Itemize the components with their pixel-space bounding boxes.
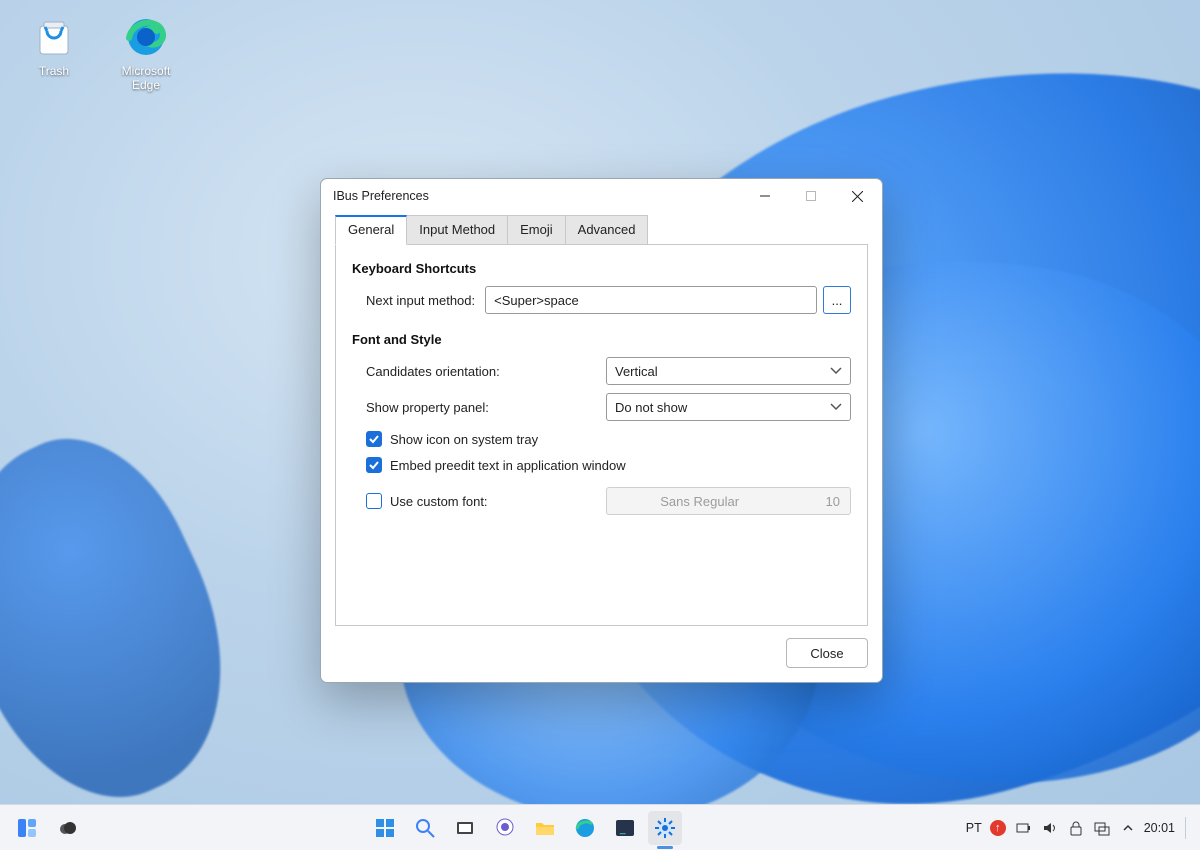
trash-icon [31,14,77,60]
embed-preedit-checkbox[interactable] [366,457,382,473]
chevron-down-icon [830,365,842,377]
search-icon [414,817,436,839]
show-tray-label: Show icon on system tray [390,432,538,447]
ibus-preferences-window: IBus Preferences General Input Method Em… [320,178,883,683]
close-button[interactable] [834,181,880,211]
tray-update-icon[interactable]: ↑ [988,818,1008,838]
close-dialog-button[interactable]: Close [786,638,868,668]
svg-text:_: _ [619,824,626,835]
candidates-orientation-label: Candidates orientation: [352,364,602,379]
titlebar[interactable]: IBus Preferences [321,179,882,213]
tray-separator [1185,817,1186,839]
windows-icon [374,817,396,839]
custom-font-size: 10 [826,494,840,509]
tab-general[interactable]: General [335,215,407,245]
property-panel-label: Show property panel: [352,400,602,415]
taskbar-settings-button[interactable] [648,811,682,845]
property-panel-value: Do not show [615,400,687,415]
edge-icon [123,14,169,60]
tray-overflow-button[interactable] [1118,818,1138,838]
tray-language[interactable]: PT [966,821,982,835]
tab-emoji[interactable]: Emoji [508,215,566,245]
desktop-icon-label: Microsoft Edge [106,64,186,92]
taskbar-weather-button[interactable] [50,811,84,845]
tab-panel-general: Keyboard Shortcuts Next input method: ..… [335,244,868,626]
candidates-orientation-select[interactable]: Vertical [606,357,851,385]
next-input-more-button[interactable]: ... [823,286,851,314]
embed-preedit-label: Embed preedit text in application window [390,458,626,473]
taskbar-edge-button[interactable] [568,811,602,845]
taskbar-terminal-button[interactable]: _ [608,811,642,845]
start-button[interactable] [368,811,402,845]
gear-icon [654,817,676,839]
tab-input-method[interactable]: Input Method [407,215,508,245]
minimize-button[interactable] [742,181,788,211]
next-input-label: Next input method: [352,293,475,308]
tray-clock[interactable]: 20:01 [1144,821,1175,835]
taskbar-search-button[interactable] [408,811,442,845]
tray-battery-icon[interactable] [1014,818,1034,838]
show-tray-checkbox[interactable] [366,431,382,447]
custom-font-name: Sans Regular [660,494,739,509]
desktop-icon-label: Trash [14,64,94,78]
property-panel-select[interactable]: Do not show [606,393,851,421]
taskbar-widgets-button[interactable] [10,811,44,845]
chat-icon [494,817,516,839]
custom-font-button: Sans Regular 10 [606,487,851,515]
tray-volume-icon[interactable] [1040,818,1060,838]
folder-icon [534,817,556,839]
desktop-icon-edge[interactable]: Microsoft Edge [106,14,186,92]
custom-font-label: Use custom font: [390,494,488,509]
maximize-button[interactable] [788,181,834,211]
candidates-orientation-value: Vertical [615,364,658,379]
taskbar-taskview-button[interactable] [448,811,482,845]
section-heading-font: Font and Style [352,332,851,347]
chevron-down-icon [830,401,842,413]
taskbar-chat-button[interactable] [488,811,522,845]
edge-icon [574,817,596,839]
wallpaper-shape [0,406,275,834]
terminal-icon: _ [614,817,636,839]
task-view-icon [455,818,475,838]
tab-advanced[interactable]: Advanced [566,215,649,245]
tray-lock-icon[interactable] [1066,818,1086,838]
taskbar: _ PT ↑ 20:01 [0,804,1200,850]
custom-font-checkbox[interactable] [366,493,382,509]
window-title: IBus Preferences [333,189,742,203]
taskbar-files-button[interactable] [528,811,562,845]
next-input-field[interactable] [485,286,817,314]
section-heading-shortcuts: Keyboard Shortcuts [352,261,851,276]
tab-bar: General Input Method Emoji Advanced [335,215,868,245]
desktop-icon-trash[interactable]: Trash [14,14,94,78]
tray-network-icon[interactable] [1092,818,1112,838]
